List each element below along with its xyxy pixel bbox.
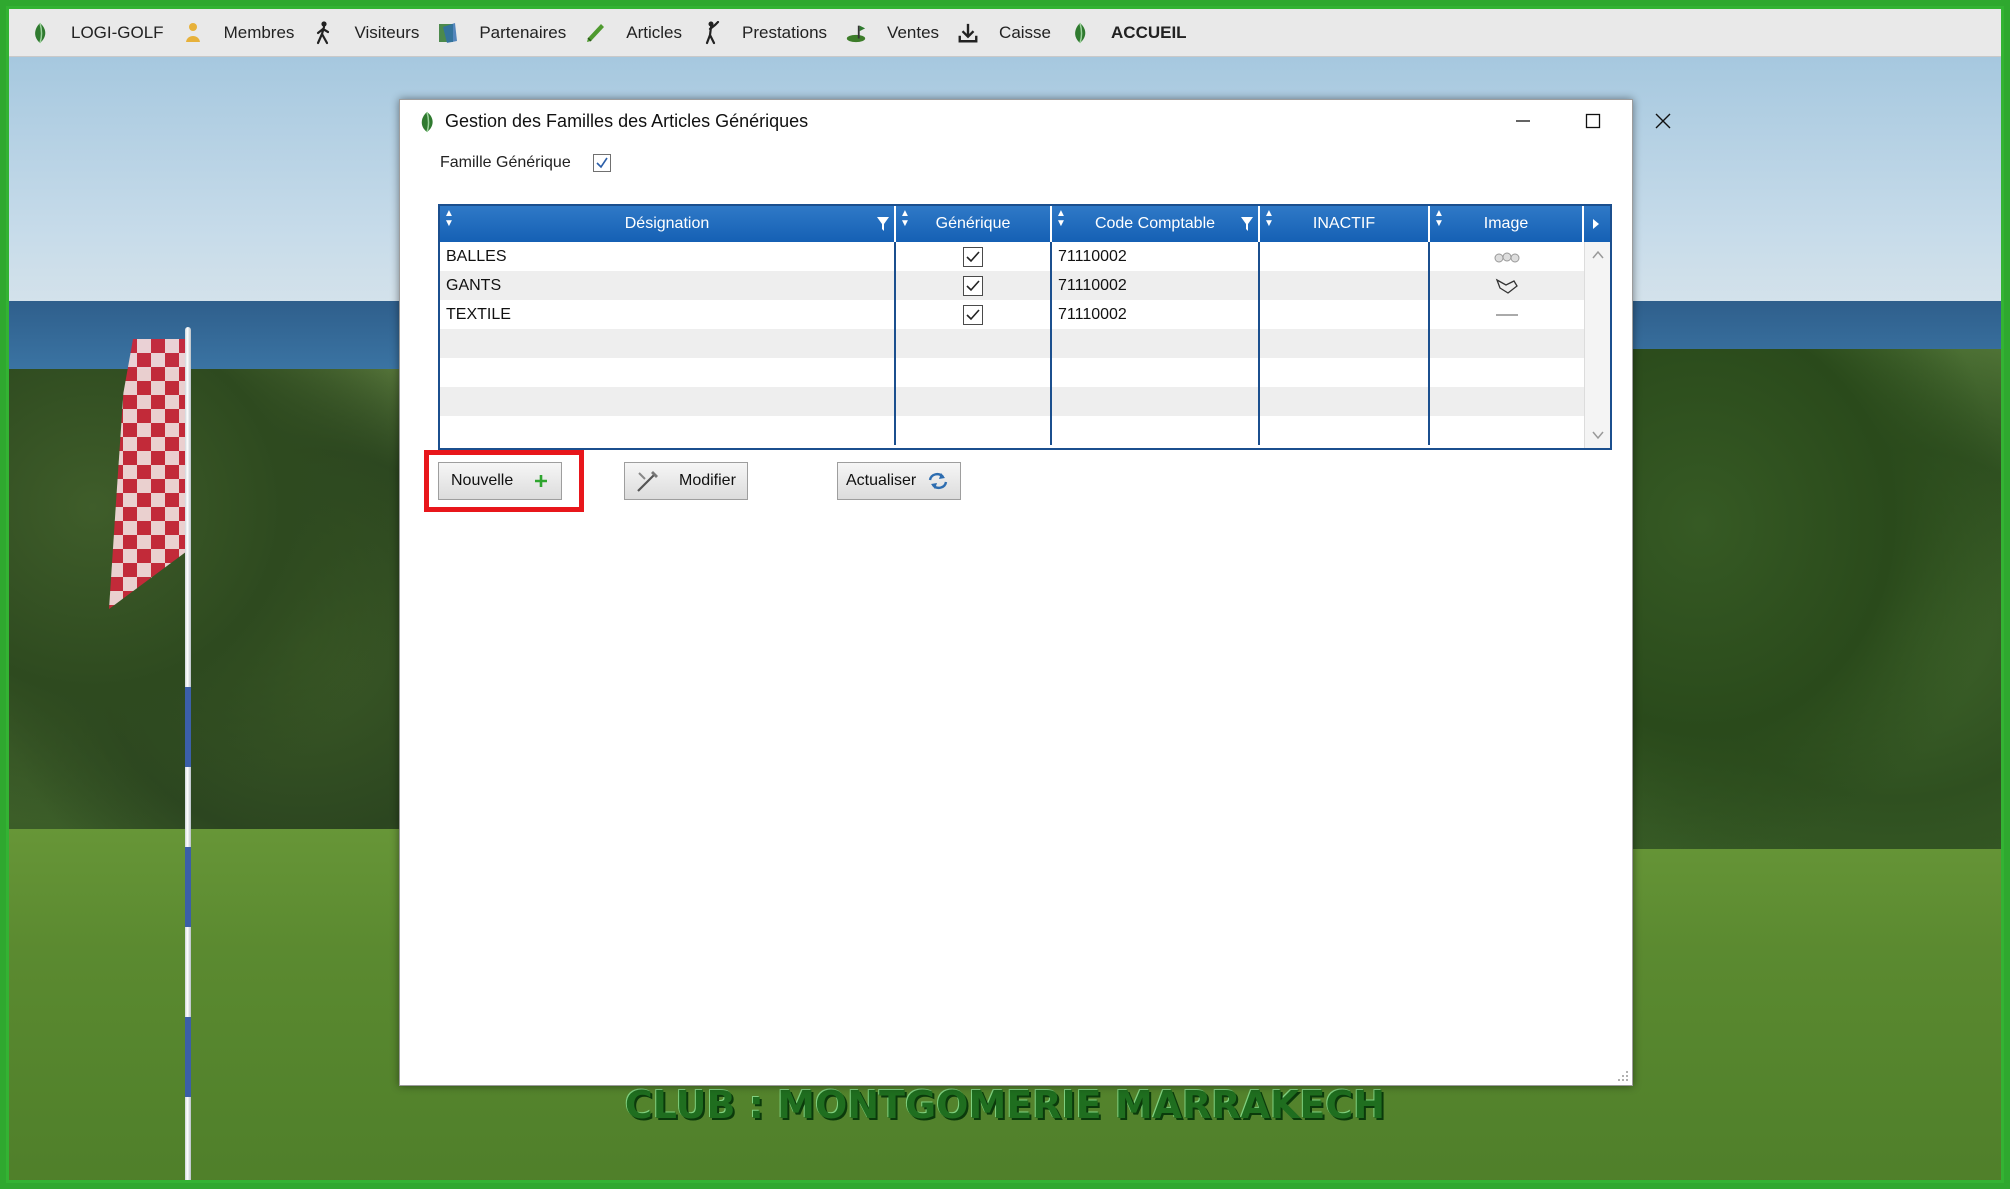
club-title: CLUB : MONTGOMERIE MARRAKECH [624, 1083, 1386, 1127]
golf-balls-thumbnail [1494, 252, 1520, 262]
sort-icon: ▲ ▼ [900, 208, 910, 229]
golfer-icon [700, 20, 722, 46]
scroll-columns-right-button[interactable] [1584, 206, 1608, 242]
cell-inactif [1260, 242, 1430, 271]
table-row[interactable]: BALLES 71110002 [440, 242, 1584, 271]
checkmark-icon [966, 279, 980, 291]
cell-generique [896, 242, 1052, 271]
sort-icon: ▲ ▼ [1434, 208, 1444, 229]
cell-image [1430, 300, 1584, 329]
minimize-button[interactable] [1500, 106, 1546, 136]
generique-checkbox[interactable] [963, 246, 983, 267]
menu-prestations[interactable]: Prestations [692, 9, 837, 57]
modifier-button[interactable]: Modifier [624, 462, 748, 500]
cell-inactif [1260, 271, 1430, 300]
cell-image [1430, 242, 1584, 271]
chevron-up-icon[interactable] [1591, 248, 1605, 262]
nouvelle-button[interactable]: Nouvelle [438, 462, 562, 500]
checkmark-icon [966, 250, 980, 262]
pen-icon [584, 20, 606, 46]
cell-designation: GANTS [440, 271, 896, 300]
cell-image [1430, 271, 1584, 300]
trees-right [1571, 349, 2001, 849]
generique-checkbox[interactable] [963, 275, 983, 296]
close-icon [1655, 113, 1671, 129]
maximize-icon [1585, 113, 1601, 129]
familles-grid[interactable]: ▲ ▼ Désignation ▲ ▼ Générique ▲ ▼ Code Comp… [438, 204, 1612, 450]
golf-ball-leaf-icon [29, 20, 51, 46]
refresh-icon [929, 472, 948, 490]
textile-thumbnail [1496, 313, 1518, 316]
cell-designation: TEXTILE [440, 300, 896, 329]
menu-articles[interactable]: Articles [576, 9, 692, 57]
vertical-scrollbar[interactable] [1584, 242, 1610, 448]
maximize-button[interactable] [1570, 106, 1616, 136]
table-row[interactable]: TEXTILE 71110002 [440, 300, 1584, 329]
plus-icon [535, 475, 548, 487]
sort-icon: ▲ ▼ [444, 208, 454, 229]
chevron-down-icon[interactable] [1591, 428, 1605, 442]
grid-header: ▲ ▼ Désignation ▲ ▼ Générique ▲ ▼ Code Comp… [440, 206, 1610, 242]
menu-visiteurs[interactable]: Visiteurs [304, 9, 429, 57]
grid-body: BALLES 71110002 GANTS 71110002 TEXTILE 7… [440, 242, 1584, 445]
famille-generique-label: Famille Générique [440, 154, 571, 171]
column-header-image[interactable]: ▲ ▼ Image [1430, 206, 1584, 242]
famille-generique-row: Famille Générique [440, 154, 611, 172]
sort-icon: ▲ ▼ [1264, 208, 1274, 229]
walking-person-icon [312, 20, 334, 46]
menu-caisse[interactable]: Caisse [949, 9, 1061, 57]
trees-left [9, 369, 429, 829]
menu-accueil[interactable]: ACCUEIL [1061, 9, 1197, 57]
download-icon [957, 20, 979, 46]
table-row-empty[interactable] [440, 358, 1584, 387]
menu-partenaires[interactable]: Partenaires [429, 9, 576, 57]
golf-hole-icon [845, 20, 867, 46]
minimize-icon [1516, 120, 1530, 122]
member-icon [182, 20, 204, 46]
close-button[interactable] [1640, 106, 1686, 136]
actualiser-button[interactable]: Actualiser [837, 462, 961, 500]
home-leaf-icon [1069, 20, 1091, 46]
cell-code-comptable: 71110002 [1052, 271, 1260, 300]
checkmark-icon [596, 157, 608, 169]
filter-icon[interactable] [876, 216, 890, 232]
app-window: CLUB : MONTGOMERIE MARRAKECH LOGI-GOLF M… [6, 6, 2004, 1183]
column-header-inactif[interactable]: ▲ ▼ INACTIF [1260, 206, 1430, 242]
flagpole [185, 327, 191, 1180]
main-menubar: LOGI-GOLF Membres Visiteurs Partenaires … [9, 9, 2001, 57]
famille-generique-checkbox[interactable] [592, 154, 611, 172]
chevron-right-icon [1593, 219, 1599, 229]
filter-icon[interactable] [1240, 216, 1254, 232]
partner-icon [437, 20, 459, 46]
resize-grip-icon[interactable] [1617, 1070, 1629, 1082]
cell-inactif [1260, 300, 1430, 329]
column-header-code-comptable[interactable]: ▲ ▼ Code Comptable [1052, 206, 1260, 242]
table-row[interactable]: GANTS 71110002 [440, 271, 1584, 300]
cell-generique [896, 271, 1052, 300]
table-row-empty[interactable] [440, 387, 1584, 416]
dialog-titlebar[interactable]: Gestion des Familles des Articles Généri… [400, 100, 1671, 142]
table-row-empty[interactable] [440, 329, 1584, 358]
menu-logi-golf[interactable]: LOGI-GOLF [21, 9, 174, 57]
table-row-empty[interactable] [440, 416, 1584, 445]
cell-designation: BALLES [440, 242, 896, 271]
column-header-designation[interactable]: ▲ ▼ Désignation [440, 206, 896, 242]
sort-icon: ▲ ▼ [1056, 208, 1066, 229]
column-header-generique[interactable]: ▲ ▼ Générique [896, 206, 1052, 242]
menu-ventes[interactable]: Ventes [837, 9, 949, 57]
cell-code-comptable: 71110002 [1052, 300, 1260, 329]
dialog-title: Gestion des Familles des Articles Généri… [445, 111, 809, 131]
cell-generique [896, 300, 1052, 329]
checkmark-icon [966, 308, 980, 320]
menu-membres[interactable]: Membres [174, 9, 305, 57]
glove-thumbnail [1495, 278, 1518, 294]
generique-checkbox[interactable] [963, 304, 983, 325]
cell-code-comptable: 71110002 [1052, 242, 1260, 271]
app-leaf-icon [416, 111, 438, 133]
tools-icon [637, 471, 658, 492]
gestion-familles-dialog: Gestion des Familles des Articles Généri… [399, 99, 1671, 1086]
